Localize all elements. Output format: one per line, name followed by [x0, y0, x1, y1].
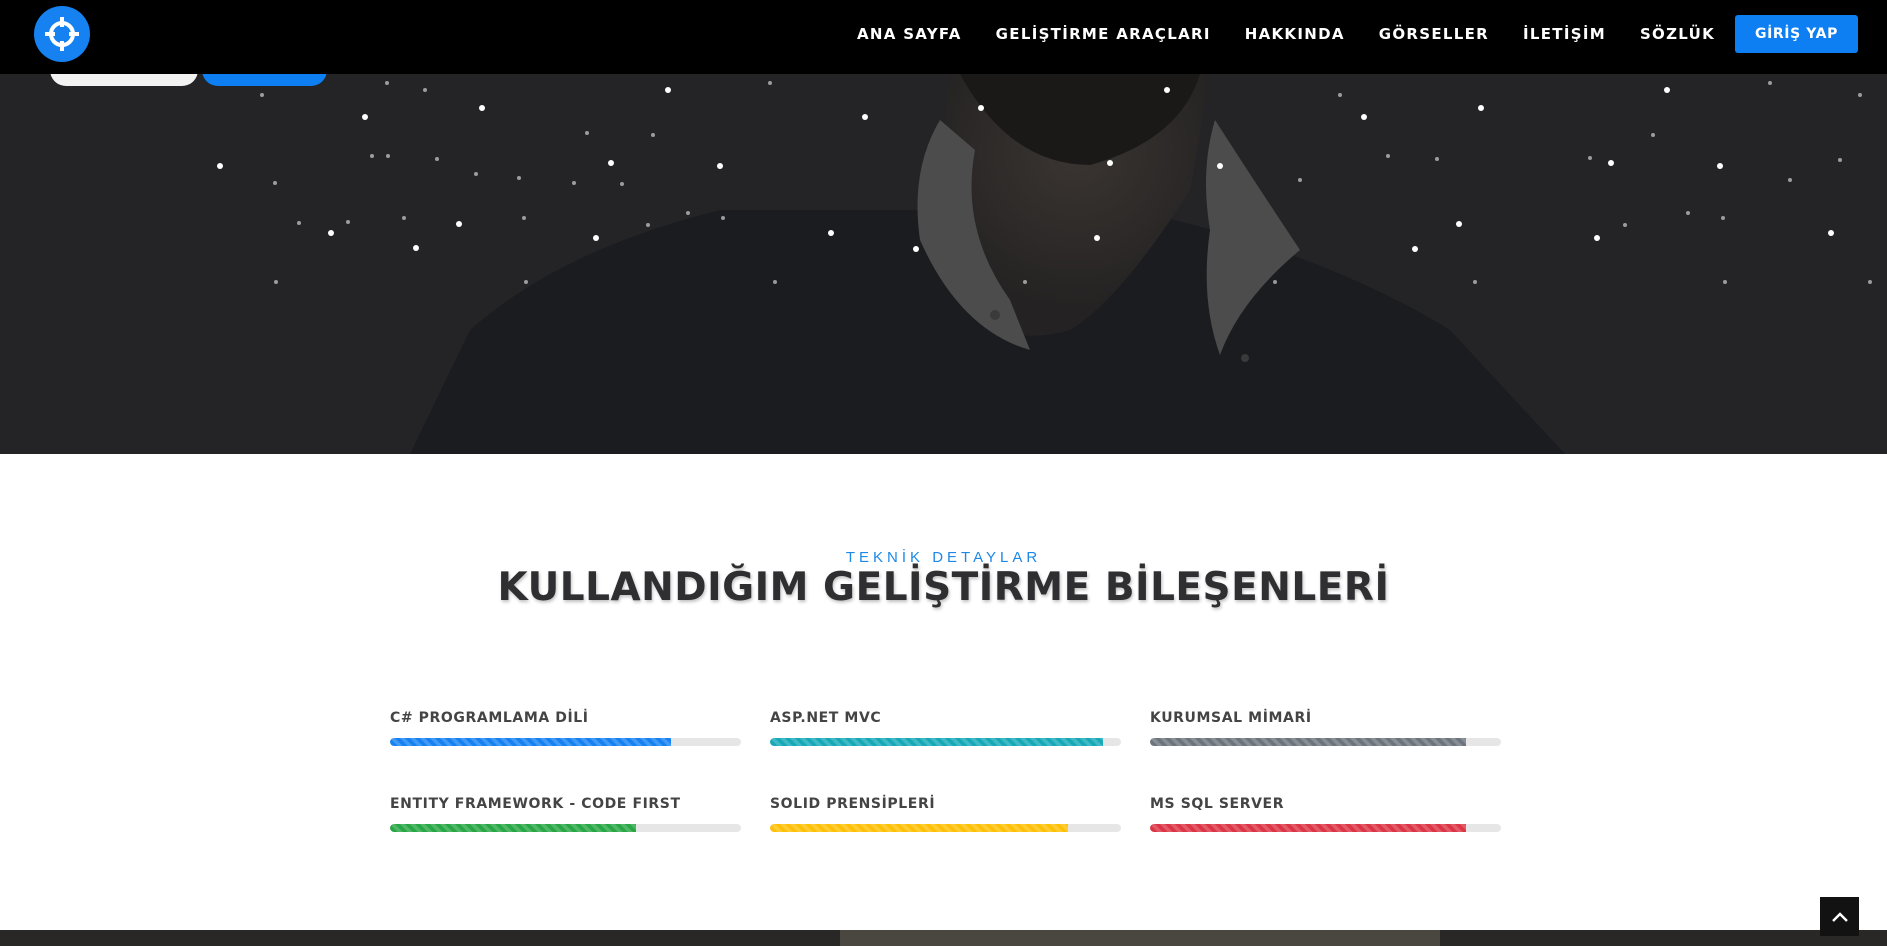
- skill-item: ASP.NET MVC: [770, 710, 1121, 746]
- skill-label: KURUMSAL MİMARİ: [1150, 710, 1312, 726]
- nav-link-gallery[interactable]: GÖRSELLER: [1379, 25, 1489, 43]
- skill-label: ENTITY FRAMEWORK - CODE FIRST: [390, 796, 681, 812]
- crosshair-icon: [45, 17, 79, 51]
- nav-link-about[interactable]: HAKKINDA: [1245, 25, 1345, 43]
- scroll-to-top-button[interactable]: [1820, 897, 1859, 936]
- skill-progress-fill: [1150, 738, 1466, 746]
- nav-link-home[interactable]: ANA SAYFA: [857, 25, 962, 43]
- section-title: KULLANDIĞIM GELİŞTİRME BİLEŞENLERİ: [497, 565, 1390, 610]
- section-subtitle: TEKNİK DETAYLAR: [845, 549, 1042, 566]
- skill-progress-track: [390, 738, 741, 746]
- skill-progress-fill: [390, 824, 636, 832]
- skill-progress-track: [1150, 824, 1501, 832]
- skill-label: ASP.NET MVC: [770, 710, 882, 726]
- skill-progress-fill: [1150, 824, 1466, 832]
- next-section-preview: [0, 930, 1887, 946]
- skill-label: MS SQL SERVER: [1150, 796, 1285, 812]
- skill-item: SOLID PRENSİPLERİ: [770, 796, 1121, 832]
- skill-item: KURUMSAL MİMARİ: [1150, 710, 1501, 746]
- nav-link-contact[interactable]: İLETİŞİM: [1523, 25, 1606, 43]
- skill-item: ENTITY FRAMEWORK - CODE FIRST: [390, 796, 741, 832]
- skill-progress-fill: [770, 824, 1069, 832]
- skill-progress-track: [390, 824, 741, 832]
- skill-label: SOLID PRENSİPLERİ: [770, 796, 936, 812]
- skill-label: C# PROGRAMLAMA DİLİ: [390, 710, 589, 726]
- nav-link-dictionary[interactable]: SÖZLÜK: [1640, 25, 1715, 43]
- top-navbar: ANA SAYFA GELİŞTİRME ARAÇLARI HAKKINDA G…: [0, 0, 1887, 74]
- main-navigation: ANA SAYFA GELİŞTİRME ARAÇLARI HAKKINDA G…: [823, 0, 1715, 68]
- skill-progress-track: [1150, 738, 1501, 746]
- login-button[interactable]: GİRİŞ YAP: [1735, 15, 1858, 53]
- skill-progress-track: [770, 738, 1121, 746]
- skill-progress-fill: [770, 738, 1104, 746]
- skill-progress-track: [770, 824, 1121, 832]
- skill-item: MS SQL SERVER: [1150, 796, 1501, 832]
- chevron-up-icon: [1831, 911, 1848, 922]
- site-logo[interactable]: [34, 6, 90, 62]
- skill-progress-fill: [390, 738, 671, 746]
- nav-link-dev-tools[interactable]: GELİŞTİRME ARAÇLARI: [996, 25, 1211, 43]
- skill-item: C# PROGRAMLAMA DİLİ: [390, 710, 741, 746]
